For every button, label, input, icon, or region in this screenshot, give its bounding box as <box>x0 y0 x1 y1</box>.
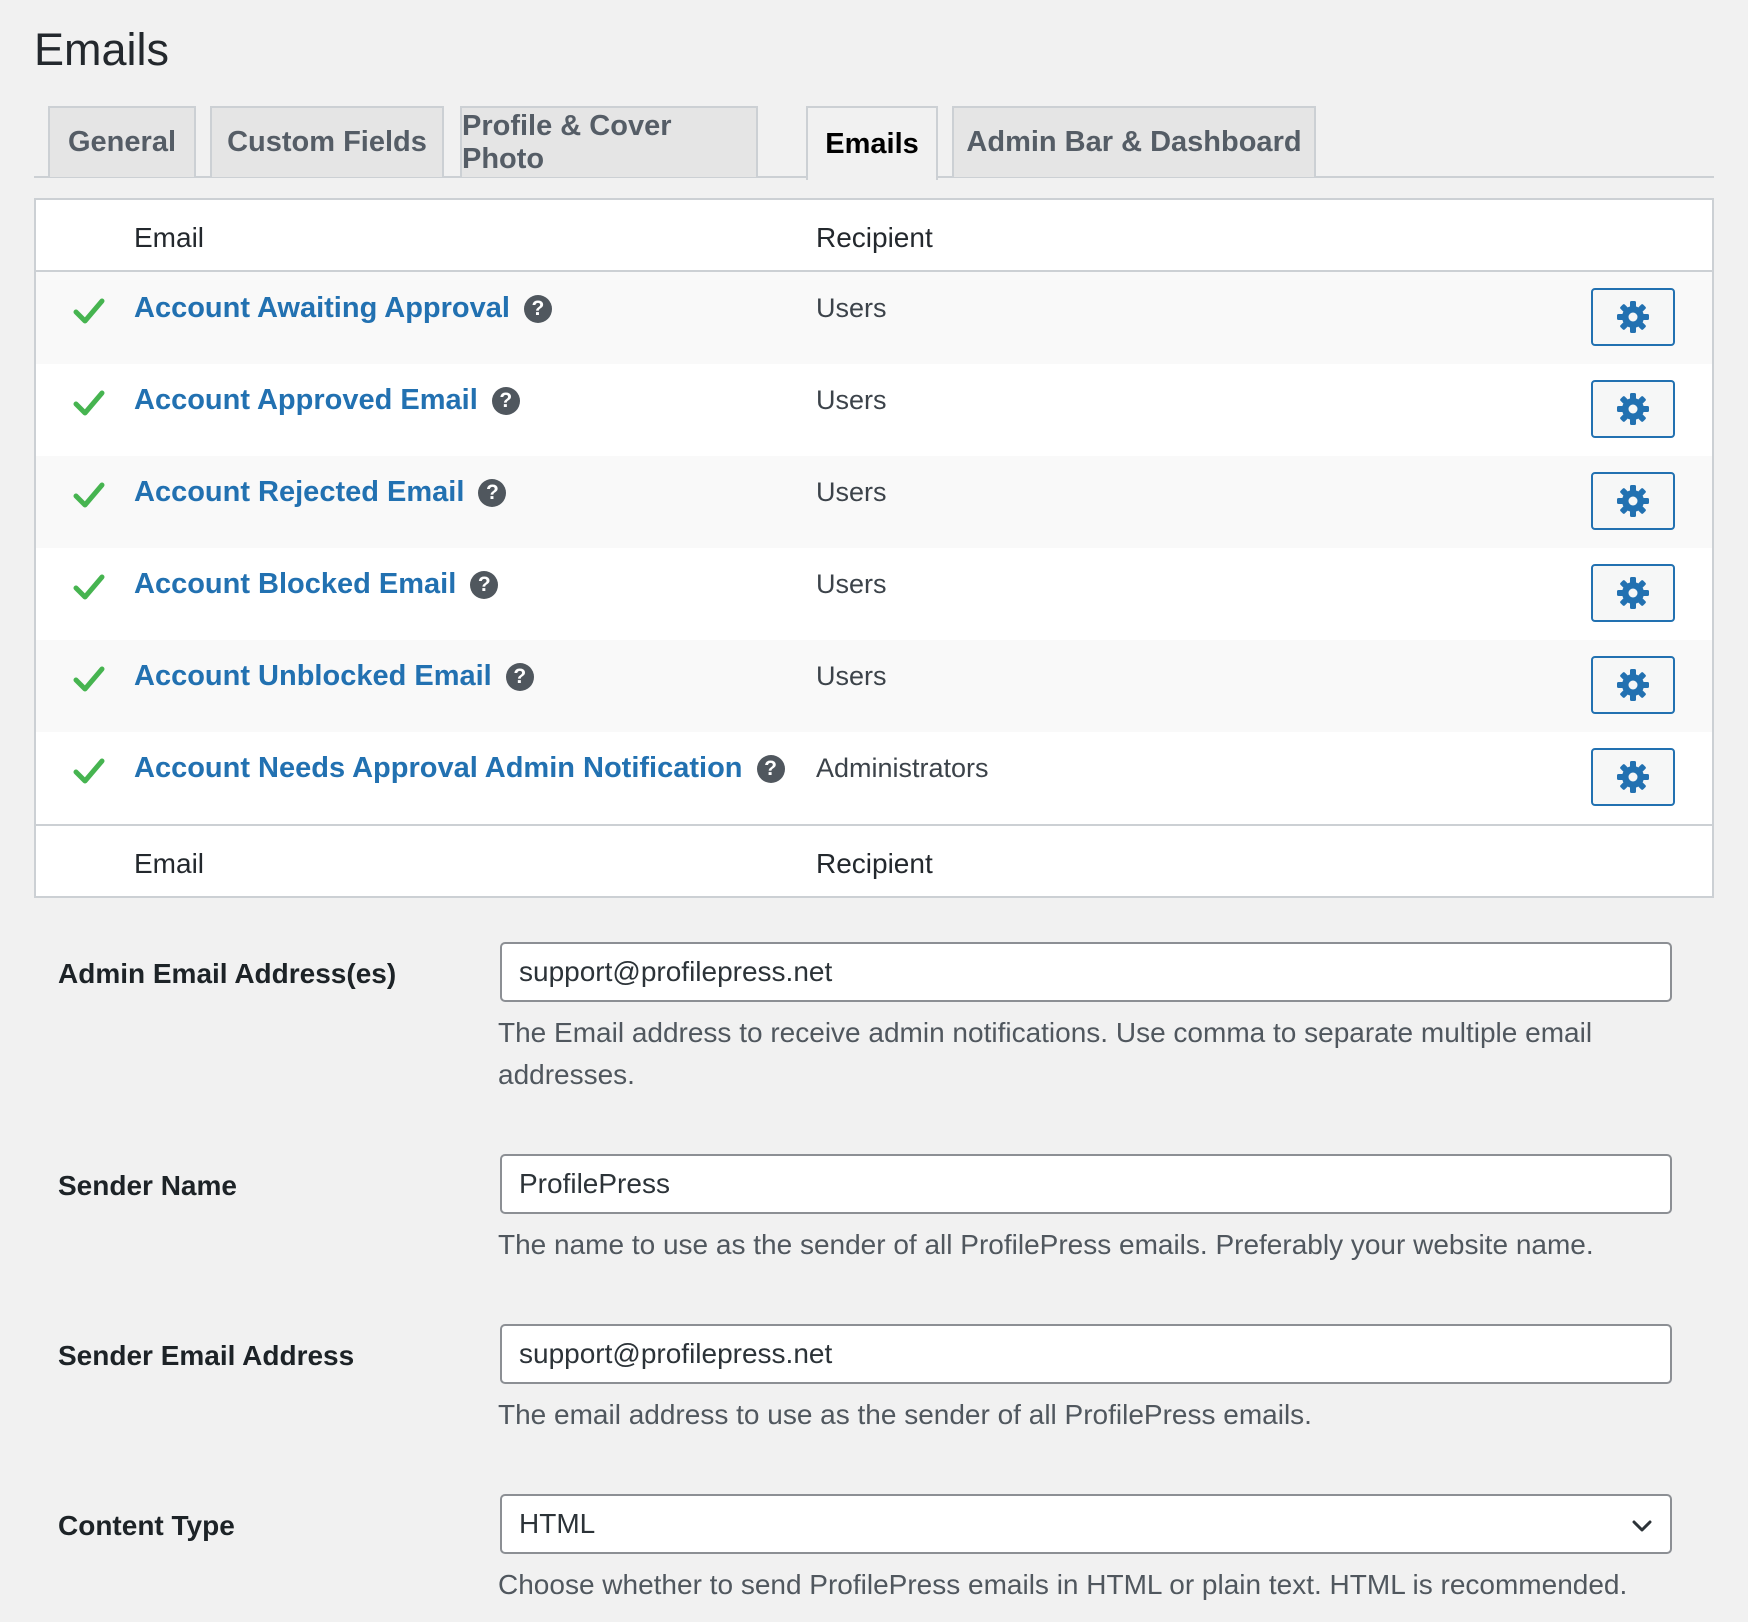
tab-general[interactable]: General <box>48 106 196 177</box>
email-settings-button[interactable] <box>1591 748 1675 806</box>
gear-icon <box>1617 393 1649 425</box>
table-header: Email Recipient <box>36 200 1712 272</box>
check-icon <box>73 666 105 692</box>
email-name-link[interactable]: Account Unblocked Email? <box>134 660 534 693</box>
email-recipient: Users <box>816 661 887 691</box>
sender-name-label: Sender Name <box>58 1170 237 1201</box>
email-name: Account Blocked Email <box>134 568 457 600</box>
email-name: Account Awaiting Approval <box>134 292 510 324</box>
sender-email-input[interactable] <box>500 1324 1672 1384</box>
email-name-link[interactable]: Account Rejected Email? <box>134 476 507 509</box>
table-row: Account Rejected Email? Users <box>36 456 1712 548</box>
column-footer-email: Email <box>134 848 205 879</box>
help-icon[interactable]: ? <box>756 754 785 783</box>
email-recipient: Users <box>816 293 887 323</box>
content-type-label: Content Type <box>58 1510 235 1541</box>
email-settings-button[interactable] <box>1591 564 1675 622</box>
email-recipient: Users <box>816 569 887 599</box>
email-name: Account Rejected Email <box>134 476 465 508</box>
admin-email-description: The Email address to receive admin notif… <box>498 1017 1593 1090</box>
table-row: Account Awaiting Approval? Users <box>36 272 1712 364</box>
check-icon <box>73 758 105 784</box>
sender-name-description: The name to use as the sender of all Pro… <box>498 1229 1594 1260</box>
table-footer: Email Recipient <box>36 824 1712 896</box>
gear-icon <box>1617 577 1649 609</box>
table-row: Account Needs Approval Admin Notificatio… <box>36 732 1712 824</box>
email-name-link[interactable]: Account Needs Approval Admin Notificatio… <box>134 752 785 785</box>
page-title: Emails <box>34 24 170 75</box>
check-icon <box>73 482 105 508</box>
check-icon <box>73 390 105 416</box>
help-icon[interactable]: ? <box>470 570 499 599</box>
email-name-link[interactable]: Account Awaiting Approval? <box>134 292 552 325</box>
column-header-email: Email <box>134 222 205 253</box>
email-name: Account Needs Approval Admin Notificatio… <box>134 752 743 784</box>
gear-icon <box>1617 669 1649 701</box>
email-name-link[interactable]: Account Blocked Email? <box>134 568 499 601</box>
tab-custom-fields[interactable]: Custom Fields <box>210 106 444 177</box>
help-icon[interactable]: ? <box>491 386 520 415</box>
table-row: Account Blocked Email? Users <box>36 548 1712 640</box>
gear-icon <box>1617 301 1649 333</box>
sender-email-description: The email address to use as the sender o… <box>498 1399 1312 1430</box>
sender-name-input[interactable] <box>500 1154 1672 1214</box>
chevron-down-icon <box>1632 1520 1652 1532</box>
table-row: Account Approved Email? Users <box>36 364 1712 456</box>
table-row: Account Unblocked Email? Users <box>36 640 1712 732</box>
email-name: Account Approved Email <box>134 384 478 416</box>
admin-email-input[interactable] <box>500 942 1672 1002</box>
tab-profile-cover-photo[interactable]: Profile & Cover Photo <box>460 106 758 177</box>
content-type-selected-value: HTML <box>519 1508 596 1539</box>
help-icon[interactable]: ? <box>505 662 534 691</box>
check-icon <box>73 298 105 324</box>
email-recipient: Users <box>816 385 887 415</box>
tab-emails[interactable]: Emails <box>806 106 938 180</box>
admin-email-label: Admin Email Address(es) <box>58 958 397 989</box>
tab-admin-bar-dashboard[interactable]: Admin Bar & Dashboard <box>952 106 1316 177</box>
content-type-description: Choose whether to send ProfilePress emai… <box>498 1569 1628 1600</box>
email-recipient: Users <box>816 477 887 507</box>
gear-icon <box>1617 485 1649 517</box>
email-recipient: Administrators <box>816 753 989 783</box>
email-name-link[interactable]: Account Approved Email? <box>134 384 520 417</box>
email-settings-button[interactable] <box>1591 380 1675 438</box>
check-icon <box>73 574 105 600</box>
column-footer-recipient: Recipient <box>816 848 933 879</box>
help-icon[interactable]: ? <box>523 294 552 323</box>
content-type-select[interactable]: HTML <box>500 1494 1672 1554</box>
column-header-recipient: Recipient <box>816 222 933 253</box>
settings-tabs: General Custom Fields Profile & Cover Ph… <box>34 106 1714 180</box>
gear-icon <box>1617 761 1649 793</box>
email-settings-button[interactable] <box>1591 288 1675 346</box>
help-icon[interactable]: ? <box>478 478 507 507</box>
email-settings-button[interactable] <box>1591 656 1675 714</box>
sender-email-label: Sender Email Address <box>58 1340 355 1371</box>
email-name: Account Unblocked Email <box>134 660 492 692</box>
email-notifications-table: Email Recipient Account Awaiting Approva… <box>34 198 1714 898</box>
email-settings-button[interactable] <box>1591 472 1675 530</box>
